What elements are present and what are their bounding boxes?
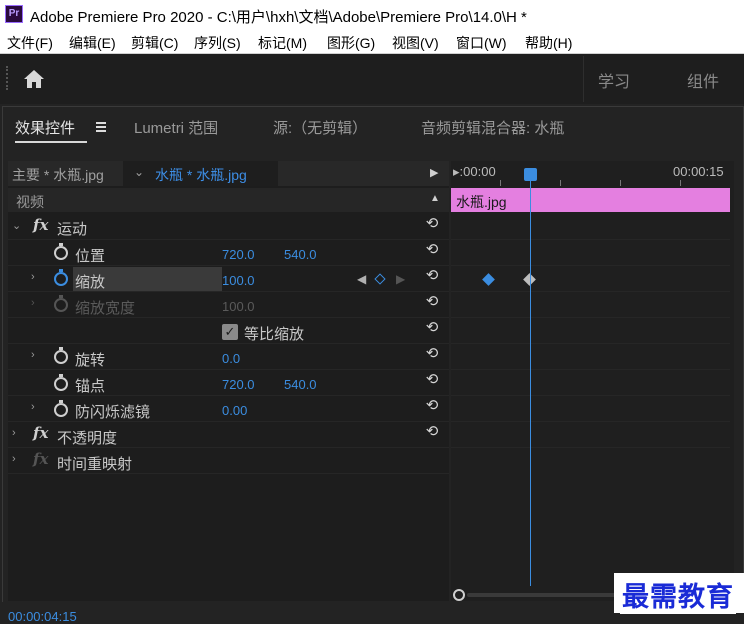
rotation-label: 旋转 [75, 352, 106, 369]
workspace-divider [583, 56, 584, 102]
ruler-tick [560, 180, 561, 186]
tab-audio-clip-mixer[interactable]: 音频剪辑混合器: 水瓶 [421, 117, 564, 138]
collapse-up-icon[interactable]: ▲ [430, 193, 440, 204]
menu-markers[interactable]: 标记(M) [258, 33, 307, 53]
ruler-start-label: ▸:00:00 [453, 164, 496, 179]
zoom-scroll-handle[interactable] [453, 589, 465, 601]
play-triangle-icon[interactable]: ▶ [430, 166, 438, 179]
video-section-label: 视频 [16, 194, 44, 210]
ruler-end-label: 00:00:15 [673, 164, 724, 179]
menu-file[interactable]: 文件(F) [7, 33, 53, 53]
keyframe-timeline[interactable] [451, 161, 734, 601]
expand-arrow-icon[interactable]: › [31, 401, 35, 413]
reset-icon[interactable]: ⟲ [424, 216, 440, 232]
grid-line [451, 291, 730, 292]
expand-arrow-icon[interactable]: › [12, 453, 16, 465]
ruler-tick [680, 180, 681, 186]
tab-source[interactable]: 源:（无剪辑） [273, 117, 367, 138]
reset-icon[interactable]: ⟲ [424, 424, 440, 440]
menu-help[interactable]: 帮助(H) [525, 33, 572, 53]
playhead-handle[interactable] [524, 168, 537, 181]
menu-clip[interactable]: 剪辑(C) [131, 33, 178, 53]
master-clip-label[interactable]: 主要 * 水瓶.jpg [12, 165, 104, 185]
stopwatch-icon[interactable] [54, 374, 68, 391]
next-keyframe-icon[interactable]: ▶ [396, 272, 405, 286]
time-remap-label: 时间重映射 [57, 456, 133, 473]
menu-sequence[interactable]: 序列(S) [194, 33, 241, 53]
current-timecode[interactable]: 00:00:04:15 [8, 609, 77, 624]
scale-width-label: 缩放宽度 [75, 300, 136, 317]
rotation-value[interactable]: 0.0 [222, 351, 240, 366]
ruler-tick [500, 180, 501, 186]
grid-line [451, 265, 730, 266]
stopwatch-icon [54, 295, 68, 312]
stopwatch-active-icon[interactable] [54, 269, 68, 286]
prev-keyframe-icon[interactable]: ◀ [357, 272, 366, 286]
grid-line [451, 343, 730, 344]
menu-graphics[interactable]: 图形(G) [327, 33, 375, 53]
position-label: 位置 [75, 248, 106, 265]
drag-grip-icon[interactable] [6, 66, 8, 90]
sequence-clip-label[interactable]: 水瓶 * 水瓶.jpg [155, 165, 247, 185]
opacity-label: 不透明度 [57, 430, 118, 447]
fx-icon[interactable]: fx [33, 216, 48, 234]
expand-arrow-icon: › [31, 297, 35, 309]
fx-icon: fx [33, 450, 49, 468]
reset-icon[interactable]: ⟲ [424, 372, 440, 388]
position-x-value[interactable]: 720.0 [222, 247, 255, 262]
expand-arrow-icon[interactable]: › [12, 427, 16, 439]
anti-flicker-label: 防闪烁滤镜 [75, 404, 151, 421]
menu-window[interactable]: 窗口(W) [456, 33, 507, 53]
scale-width-value: 100.0 [222, 299, 255, 314]
expand-arrow-icon[interactable]: › [31, 271, 35, 283]
grid-line [451, 239, 730, 240]
stopwatch-icon[interactable] [54, 400, 68, 417]
anchor-y-value[interactable]: 540.0 [284, 377, 317, 392]
uniform-scale-checkbox[interactable]: ✓ [222, 324, 238, 340]
scale-value[interactable]: 100.0 [222, 273, 255, 288]
fx-icon[interactable]: fx [33, 424, 48, 442]
expand-arrow-icon[interactable]: › [31, 349, 35, 361]
home-icon[interactable] [22, 68, 46, 90]
tab-effect-controls[interactable]: 效果控件 [15, 117, 75, 138]
workspace-learn[interactable]: 学习 [598, 68, 630, 92]
active-tab-indicator [15, 141, 87, 143]
reset-icon[interactable]: ⟲ [424, 294, 440, 310]
anchor-x-value[interactable]: 720.0 [222, 377, 255, 392]
workspace-assembly[interactable]: 组件 [687, 68, 719, 92]
uniform-scale-label: 等比缩放 [244, 326, 305, 343]
ruler-tick [620, 180, 621, 186]
stopwatch-icon[interactable] [54, 243, 68, 260]
window-title: Adobe Premiere Pro 2020 - C:\用户\hxh\文档\A… [30, 9, 527, 26]
position-y-value[interactable]: 540.0 [284, 247, 317, 262]
reset-icon[interactable]: ⟲ [424, 268, 440, 284]
menu-edit[interactable]: 编辑(E) [69, 33, 116, 53]
reset-icon[interactable]: ⟲ [424, 398, 440, 414]
menu-view[interactable]: 视图(V) [392, 33, 439, 53]
grid-line [451, 447, 730, 448]
clip-name: 水瓶.jpg [456, 194, 507, 210]
panel-tabs: 效果控件 Lumetri 范围 源:（无剪辑） 音频剪辑混合器: 水瓶 [3, 107, 743, 147]
grid-line [451, 395, 730, 396]
tab-lumetri-scopes[interactable]: Lumetri 范围 [134, 117, 218, 138]
workspace-toolbar [0, 54, 744, 104]
grid-line [451, 421, 730, 422]
reset-icon[interactable]: ⟲ [424, 242, 440, 258]
stopwatch-icon[interactable] [54, 347, 68, 364]
watermark-logo: 最需教育 [620, 575, 736, 614]
anchor-label: 锚点 [75, 378, 106, 395]
motion-label: 运动 [57, 221, 88, 238]
premiere-app-icon: Pr [5, 5, 23, 23]
anti-flicker-value[interactable]: 0.00 [222, 403, 247, 418]
scale-label: 缩放 [75, 274, 106, 291]
chevron-down-icon[interactable]: ⌄ [134, 165, 144, 179]
grid-line [451, 369, 730, 370]
grid-line [451, 317, 730, 318]
panel-menu-icon[interactable] [96, 122, 106, 132]
expand-chevron-icon[interactable]: ⌄ [12, 219, 21, 232]
reset-icon[interactable]: ⟲ [424, 346, 440, 362]
reset-icon[interactable]: ⟲ [424, 320, 440, 336]
video-section-header [8, 188, 449, 212]
playhead-line [530, 180, 531, 586]
